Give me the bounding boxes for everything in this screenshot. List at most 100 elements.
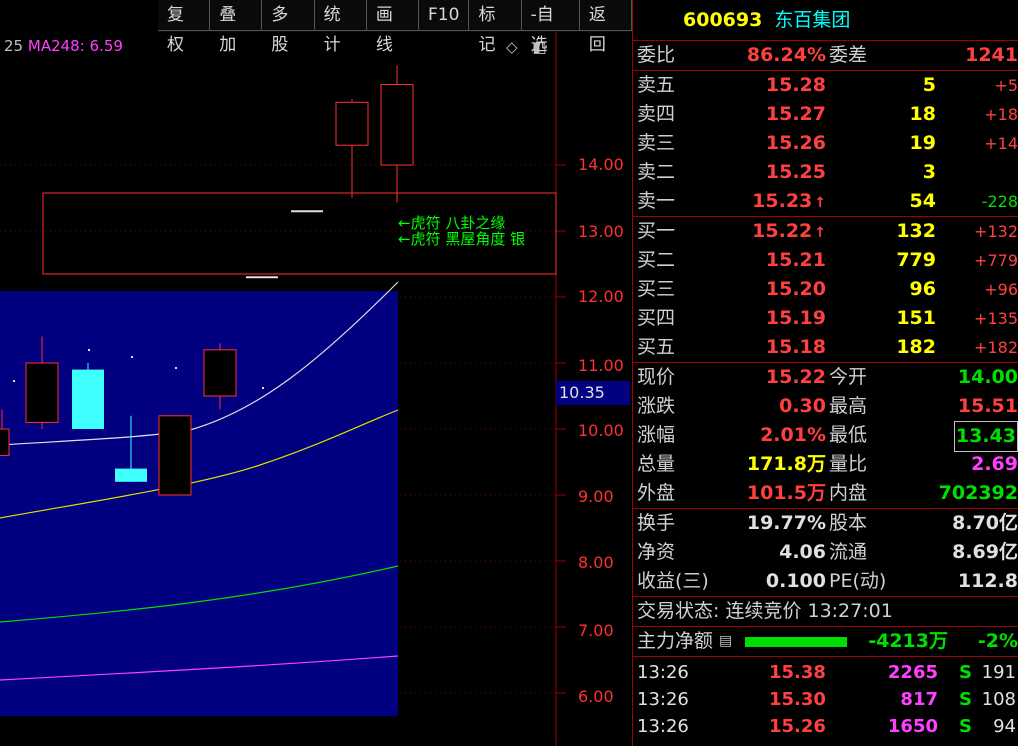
back-button[interactable]: 返回 [579,0,633,55]
window-icon[interactable]: ◧ [532,38,546,56]
f10-button[interactable]: F10 [419,0,470,31]
candle-body [335,101,369,146]
bid-volume: 151 [896,307,936,329]
weicha-value: 1241 [965,44,1018,66]
main-flow-row[interactable]: 主力净额 ▤ -4213万 -2% [633,627,1018,656]
bid-price-with-arrow: 15.22 ↑ [752,217,826,248]
bid-label: 买四 [637,307,676,329]
bid-change: +779 [974,251,1018,270]
y-tick-label: 13.00 [578,222,624,241]
overlay-button[interactable]: 叠加 [210,0,263,55]
order-book-row[interactable]: 卖二 15.25 3 [633,158,1018,187]
tick-price: 15.38 [769,662,826,683]
tick-time: 13:26 [637,689,689,710]
stat-value: 0.100 [765,570,826,592]
tick-count: 191 [981,662,1016,683]
stat-value: 15.51 [957,395,1018,417]
up-arrow-icon: ↑ [814,195,826,211]
overlay-panel [0,291,398,716]
y-tick-label: 6.00 [578,687,614,706]
list-icon[interactable]: ▤ [719,627,732,656]
stat-value: 2.01% [760,424,826,446]
bid-change: +132 [974,222,1018,241]
tick-row[interactable]: 13:26 15.30 817 S 108 [633,686,1018,713]
bid-volume: 182 [896,336,936,358]
stat-label: 股本 [829,512,868,534]
trade-status: 交易状态: 连续竞价 13:27:01 [637,600,893,622]
ma-prefix: 25 [4,37,24,55]
multi-stock-button[interactable]: 多股 [262,0,315,55]
stat-label: 最低 [829,424,868,446]
stat-row: 净资 4.06 流通 8.69亿 [633,538,1018,567]
ask-change: +18 [984,105,1018,124]
tick-volume: 2265 [887,662,938,683]
stat-value: 4.06 [779,541,826,563]
tick-count: 108 [981,689,1016,710]
order-book-row[interactable]: 买二 15.21 779 +779 [633,246,1018,275]
kline-chart-area[interactable]: 复权 叠加 多股 统计 画线 F10 标记 -自选 返回 25 MA248: 6… [0,0,633,746]
ask-volume: 3 [922,161,936,183]
order-book-row[interactable]: 卖四 15.27 18 +18 [633,100,1018,129]
order-book-row[interactable]: 买一 15.22 ↑ 132 +132 [633,217,1018,246]
ma248-value: MA248: 6.59 [27,37,123,55]
mark-button[interactable]: 标记 [469,0,522,55]
weibi-label: 委比 [637,44,676,66]
stat-label: 收益(三) [637,570,709,592]
bid-volume: 779 [896,249,936,271]
bid-label: 买三 [637,278,676,300]
stat-label: 换手 [637,512,676,534]
draw-line-button[interactable]: 画线 [366,0,420,55]
order-book-row[interactable]: 买四 15.19 151 +135 [633,304,1018,333]
up-arrow-icon: ↑ [814,225,826,241]
stat-value: 2.69 [971,453,1018,475]
tick-volume: 817 [900,689,938,710]
bid-change: +96 [984,280,1018,299]
order-book-row[interactable]: 卖三 15.26 19 +14 [633,129,1018,158]
y-tick-label: 14.00 [578,155,624,174]
stat-value: 171.8万 [746,453,826,475]
ask-label: 卖三 [637,132,676,154]
tick-count: 94 [993,716,1016,737]
bid-label: 买二 [637,249,676,271]
stat-row: 换手 19.77% 股本 8.70亿 [633,509,1018,538]
stat-value: 14.00 [957,366,1018,388]
chart-icons: ◇ ◧ [506,38,557,56]
price-dot [88,349,90,351]
diamond-icon[interactable]: ◇ [506,38,518,56]
chart-annotation[interactable]: ←虎符 黑屋角度 银 [398,228,525,249]
tick-row[interactable]: 13:26 15.26 1650 S 94 [633,713,1018,740]
tick-side: S [959,716,972,737]
ask-price: 15.25 [765,161,826,183]
fuquan-button[interactable]: 复权 [158,0,211,55]
tick-price: 15.30 [769,689,826,710]
price-dot [175,367,177,369]
stat-label: 涨跌 [637,395,676,417]
tick-time: 13:26 [637,716,689,737]
y-tick-label: 7.00 [578,621,614,640]
trade-status-row: 交易状态: 连续竞价 13:27:01 [633,597,1018,626]
candle-body [72,369,104,429]
fundamental-stats: 换手 19.77% 股本 8.70亿 净资 4.06 流通 8.69亿 收益(三… [633,509,1018,596]
order-book-row[interactable]: 卖五 15.28 5 +5 [633,71,1018,100]
ask-label: 卖五 [637,74,676,96]
stock-name: 东百集团 [774,9,851,31]
bid-volume: 96 [909,278,936,300]
weibi-row: 委比 86.24% 委差 1241 [633,41,1018,70]
ask-price: 15.23 [752,190,813,212]
price-stats: 现价 15.22 今开 14.00 涨跌 0.30 最高 15.51 涨幅 2.… [633,363,1018,508]
kline-chart[interactable] [0,0,632,746]
stat-value: 112.8 [957,570,1018,592]
stat-value: 13.43 [953,421,1018,452]
order-book-row[interactable]: 买五 15.18 182 +182 [633,333,1018,362]
stat-label: 今开 [829,366,868,388]
stat-row: 涨跌 0.30 最高 15.51 [633,392,1018,421]
main-flow-label: 主力净额 [637,630,714,652]
statistics-button[interactable]: 统计 [314,0,367,55]
price-dot [262,387,264,389]
y-tick-label: 12.00 [578,287,624,306]
tick-row[interactable]: 13:26 15.38 2265 S 191 [633,659,1018,686]
price-dot [13,380,15,382]
order-book-row[interactable]: 买三 15.20 96 +96 [633,275,1018,304]
remove-watchlist-button[interactable]: -自选 [521,0,580,55]
order-book-row[interactable]: 卖一 15.23 ↑ 54 -228 [633,187,1018,216]
